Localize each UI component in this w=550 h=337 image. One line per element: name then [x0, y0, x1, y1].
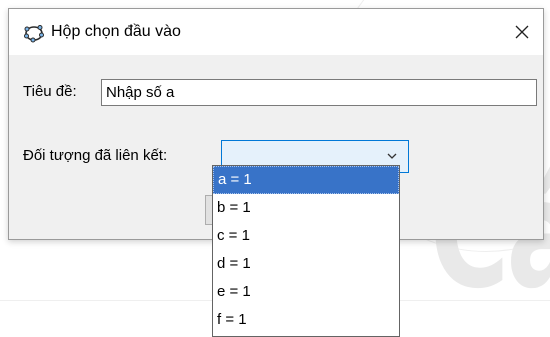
dialog-title: Hộp chọn đầu vào — [51, 23, 181, 40]
title-bar: Hộp chọn đầu vào — [9, 9, 543, 55]
dropdown-option-c[interactable]: c = 1 — [213, 222, 399, 250]
dropdown-option-f[interactable]: f = 1 — [213, 306, 399, 334]
dropdown-list: a = 1 b = 1 c = 1 d = 1 e = 1 f = 1 — [212, 165, 400, 337]
dropdown-option-b[interactable]: b = 1 — [213, 194, 399, 222]
dropdown-option-e[interactable]: e = 1 — [213, 278, 399, 306]
screen: Cá Hộp chọn đầu vào Tiêu đề: — [0, 0, 550, 337]
close-button[interactable] — [507, 17, 537, 47]
chevron-down-icon — [387, 153, 397, 159]
close-icon — [515, 25, 529, 39]
linked-object-label: Đối tượng đã liên kết: — [23, 147, 168, 164]
caption-label: Tiêu đề: — [23, 83, 77, 100]
dropdown-option-a[interactable]: a = 1 — [213, 166, 399, 194]
dropdown-option-d[interactable]: d = 1 — [213, 250, 399, 278]
app-icon — [24, 23, 44, 43]
caption-input[interactable] — [101, 79, 537, 106]
